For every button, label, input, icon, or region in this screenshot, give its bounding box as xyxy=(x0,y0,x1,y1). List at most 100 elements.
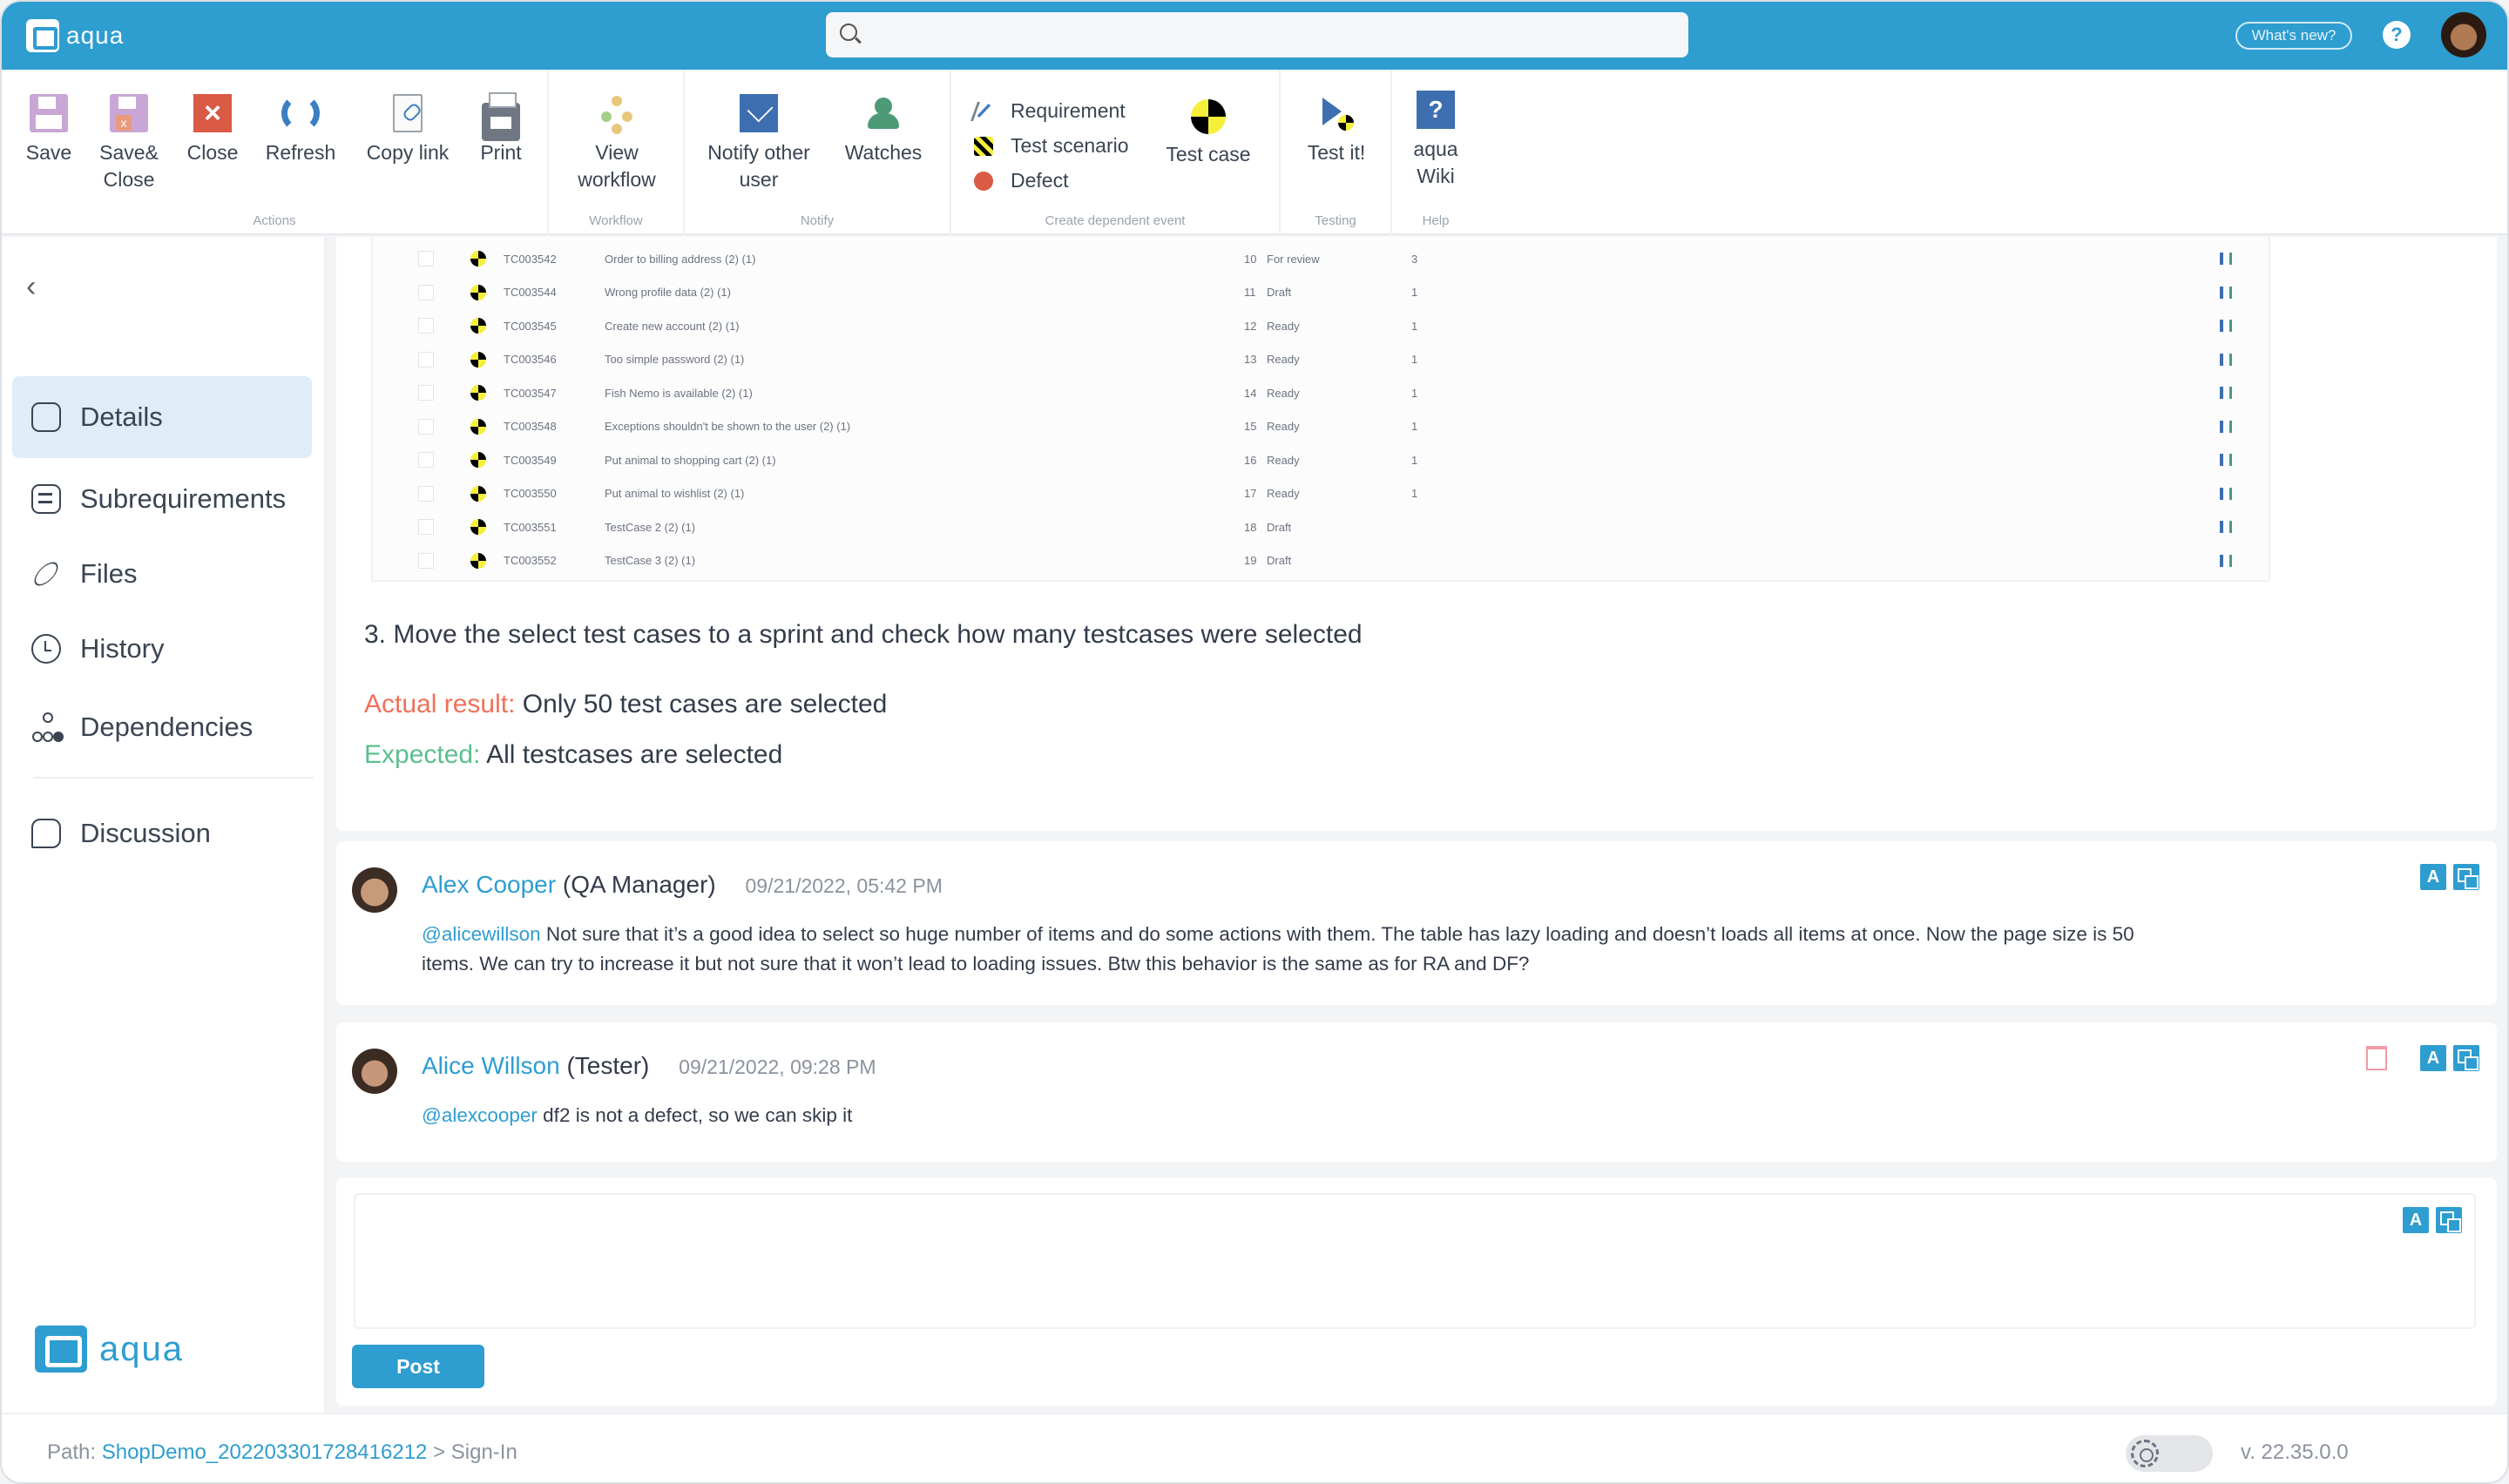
row-name: Exceptions shouldn't be shown to the use… xyxy=(605,420,851,433)
view-workflow-button[interactable]: View workflow xyxy=(566,94,667,193)
translate-icon[interactable] xyxy=(2453,864,2479,890)
row-id: TC003547 xyxy=(504,386,557,400)
sidebar-item-files[interactable]: Files xyxy=(12,533,312,615)
row-name: Create new account (2) (1) xyxy=(605,319,740,333)
group-help: ? aqua Wiki Help xyxy=(1392,70,1479,235)
post-button[interactable]: Post xyxy=(352,1345,484,1388)
print-button[interactable]: Print xyxy=(470,92,531,166)
row-status: For review xyxy=(1267,252,1320,266)
copy-link-button[interactable]: Copy link xyxy=(357,94,458,166)
row-priority: 1 xyxy=(1411,420,1418,433)
details-card: TC003542 Order to billing address (2) (1)… xyxy=(336,237,2497,831)
create-test-scenario-button[interactable]: Test scenario xyxy=(974,134,1129,158)
table-row: TC003548 Exceptions shouldn't be shown to… xyxy=(373,410,2269,443)
notify-other-user-button[interactable]: Notify other user xyxy=(702,94,815,193)
test-case-icon xyxy=(470,418,486,435)
row-number: 10 xyxy=(1244,252,1257,266)
save-close-button[interactable]: Save& Close xyxy=(92,94,166,193)
row-checkbox[interactable] xyxy=(418,385,434,401)
trash-icon[interactable] xyxy=(2366,1046,2387,1070)
font-format-button[interactable]: A xyxy=(2420,864,2446,890)
help-icon[interactable]: ? xyxy=(2383,21,2411,49)
row-id: TC003549 xyxy=(504,453,557,467)
comment-author[interactable]: Alex Cooper xyxy=(422,871,556,898)
test-case-icon xyxy=(470,452,486,468)
row-checkbox[interactable] xyxy=(418,485,434,502)
app-window: aqua What's new? ? Save Save& Close × Cl… xyxy=(0,0,2509,1484)
row-priority: 3 xyxy=(1411,252,1418,266)
actual-result-label: Actual result: xyxy=(364,690,516,718)
test-case-icon xyxy=(470,485,486,502)
group-label: Workflow xyxy=(589,213,643,228)
row-checkbox[interactable] xyxy=(418,318,434,334)
row-checkbox[interactable] xyxy=(418,519,434,535)
row-priority: 1 xyxy=(1411,386,1418,400)
dependency-icon xyxy=(2220,320,2232,332)
edit-icon xyxy=(31,402,61,432)
group-label: Notify xyxy=(800,213,835,228)
row-checkbox[interactable] xyxy=(418,452,434,468)
translate-icon[interactable] xyxy=(2453,1045,2479,1071)
create-defect-button[interactable]: Defect xyxy=(974,169,1068,192)
sidebar-item-subrequirements[interactable]: Subrequirements xyxy=(12,458,312,540)
mention-link[interactable]: @alexcooper xyxy=(422,1104,538,1126)
row-priority: 1 xyxy=(1411,319,1418,333)
aqua-logo[interactable]: aqua xyxy=(26,19,124,52)
row-checkbox[interactable] xyxy=(418,418,434,435)
row-number: 14 xyxy=(1244,386,1257,400)
ribbon-toolbar: Save Save& Close × Close Refresh Copy li… xyxy=(2,70,2507,235)
comment-input[interactable] xyxy=(354,1193,2476,1329)
back-chevron-icon[interactable]: ‹ xyxy=(26,270,36,304)
font-format-button[interactable]: A xyxy=(2420,1045,2446,1071)
row-number: 12 xyxy=(1244,319,1257,333)
test-it-button[interactable]: Test it! xyxy=(1293,94,1380,166)
close-button[interactable]: × Close xyxy=(181,94,244,166)
version-label: v. 22.35.0.0 xyxy=(2241,1440,2349,1464)
mention-link[interactable]: @alicewillson xyxy=(422,923,541,945)
row-status: Draft xyxy=(1267,554,1292,567)
clock-icon xyxy=(31,634,61,664)
copy-link-icon xyxy=(393,94,423,132)
sidebar-item-details[interactable]: Details xyxy=(12,376,312,458)
save-button[interactable]: Save xyxy=(21,94,77,166)
row-number: 13 xyxy=(1244,353,1257,366)
row-id: TC003552 xyxy=(504,554,557,567)
breadcrumb-project-link[interactable]: ShopDemo_202203301728416212 xyxy=(102,1440,428,1464)
actual-result-value: Only 50 test cases are selected xyxy=(522,690,888,718)
global-search[interactable] xyxy=(826,12,1688,57)
expected-result-value: All testcases are selected xyxy=(486,740,783,769)
comment-author[interactable]: Alice Willson xyxy=(422,1052,560,1079)
save-icon xyxy=(30,94,68,132)
row-name: Order to billing address (2) (1) xyxy=(605,252,756,266)
table-row: TC003549 Put animal to shopping cart (2) … xyxy=(373,443,2269,476)
aqua-wiki-button[interactable]: ? aqua Wiki xyxy=(1406,91,1465,190)
comment-tools: A xyxy=(2366,1045,2479,1071)
actual-result: Actual result: Only 50 test cases are se… xyxy=(364,690,887,719)
sidebar-item-discussion[interactable]: Discussion xyxy=(12,793,312,874)
create-test-case-button[interactable]: Test case xyxy=(1160,99,1256,168)
workflow-icon xyxy=(598,94,636,132)
sidebar-item-history[interactable]: History xyxy=(12,608,312,690)
font-format-button[interactable]: A xyxy=(2403,1207,2429,1233)
whats-new-button[interactable]: What's new? xyxy=(2235,22,2352,50)
test-case-icon xyxy=(470,284,486,300)
row-checkbox[interactable] xyxy=(418,552,434,569)
row-checkbox[interactable] xyxy=(418,351,434,368)
breadcrumb-current: Sign-In xyxy=(450,1440,517,1464)
user-avatar[interactable] xyxy=(2441,12,2486,57)
watches-button[interactable]: Watches xyxy=(833,94,934,166)
settings-toggle[interactable] xyxy=(2126,1435,2213,1472)
sidebar-item-dependencies[interactable]: Dependencies xyxy=(12,686,312,768)
dependency-icon xyxy=(2220,387,2232,399)
search-input[interactable] xyxy=(869,12,1671,57)
row-checkbox[interactable] xyxy=(418,284,434,300)
row-id: TC003542 xyxy=(504,252,557,266)
row-name: Too simple password (2) (1) xyxy=(605,353,745,366)
translate-icon[interactable] xyxy=(2436,1207,2462,1233)
sidebar-aqua-logo: aqua xyxy=(35,1325,184,1373)
row-checkbox[interactable] xyxy=(418,251,434,266)
refresh-button[interactable]: Refresh xyxy=(260,94,342,166)
row-status: Draft xyxy=(1267,286,1292,299)
test-scenario-icon xyxy=(974,136,993,156)
create-requirement-button[interactable]: Requirement xyxy=(970,99,1126,123)
